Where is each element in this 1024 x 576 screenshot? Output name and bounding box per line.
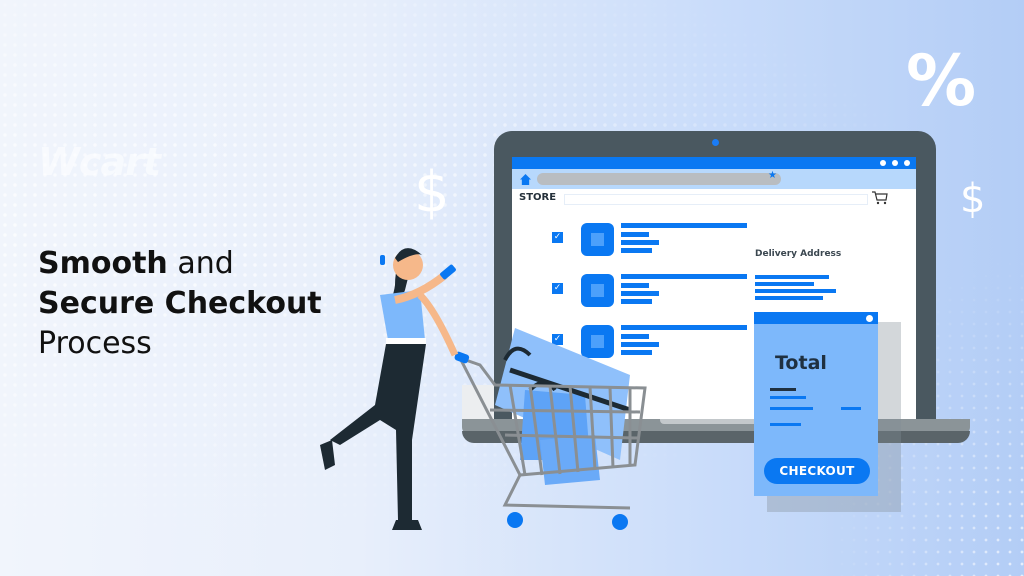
dollar-icon: $ (414, 160, 450, 225)
search-input[interactable] (564, 194, 868, 205)
window-dot-icon[interactable] (866, 315, 873, 322)
headline-bold-1: Smooth (38, 246, 168, 281)
url-input[interactable] (537, 173, 781, 185)
delivery-address-label: Delivery Address (755, 249, 842, 259)
store-label: STORE (519, 192, 557, 203)
webcam-icon (712, 139, 719, 146)
cart-wheel (507, 512, 523, 528)
window-dot-icon[interactable] (880, 160, 886, 166)
headline: Smooth and Secure Checkout Process (38, 244, 322, 364)
headline-thin-1: and (167, 246, 234, 281)
shopper-with-cart-illustration (320, 248, 647, 530)
receipt-panel: Total CHECKOUT (754, 312, 878, 496)
window-dot-icon[interactable] (904, 160, 910, 166)
window-dot-icon[interactable] (892, 160, 898, 166)
headline-thin-3: Process (38, 326, 152, 361)
home-icon[interactable] (520, 174, 531, 185)
cart-icon[interactable] (872, 191, 888, 205)
address-line (755, 282, 814, 286)
brand-logo: Wcart (38, 140, 161, 184)
address-line (755, 296, 823, 300)
headline-bold-2: Secure Checkout (38, 286, 322, 321)
percent-icon: % (906, 40, 977, 122)
dollar-icon: $ (960, 176, 986, 222)
gift-box (540, 435, 600, 485)
address-line (755, 289, 836, 293)
store-header: STORE (512, 189, 916, 207)
star-icon[interactable]: ★ (768, 170, 777, 181)
total-label: Total (775, 352, 827, 374)
receipt-titlebar (754, 312, 878, 324)
address-bar: ★ (512, 169, 916, 189)
cart-wheel (612, 514, 628, 530)
checkout-button[interactable]: CHECKOUT (764, 458, 870, 484)
browser-titlebar (512, 157, 916, 169)
pants (330, 344, 426, 520)
address-line (755, 275, 829, 279)
